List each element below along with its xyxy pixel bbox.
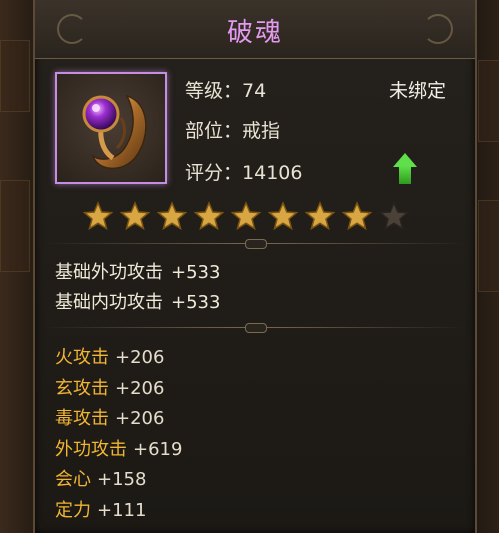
ring-icon xyxy=(82,94,147,169)
bonus-stat-row: 玄攻击 +206 xyxy=(55,374,164,400)
base-stat-row: 基础内功攻击 +533 xyxy=(55,288,220,314)
divider-top xyxy=(45,239,465,249)
stat-value: +533 xyxy=(171,292,221,313)
star-filled-icon xyxy=(157,201,187,231)
star-rating xyxy=(83,201,409,231)
stat-label: 基础外功攻击 xyxy=(55,262,163,283)
star-filled-icon xyxy=(231,201,261,231)
stat-value: +206 xyxy=(115,408,165,429)
star-filled-icon xyxy=(268,201,298,231)
level-value: 74 xyxy=(242,80,267,102)
star-filled-icon xyxy=(83,201,113,231)
level-label: 等级： xyxy=(185,80,243,102)
item-name: 破魂 xyxy=(226,18,283,48)
stat-label: 会心 xyxy=(55,469,91,490)
bonus-stat-row: 毒攻击 +206 xyxy=(55,404,164,430)
bonus-stat-row: 外功攻击 +619 xyxy=(55,435,182,461)
bind-state: 未绑定 xyxy=(389,80,447,102)
item-icon-frame[interactable] xyxy=(55,72,167,184)
stat-value: +158 xyxy=(97,469,147,490)
stat-label: 火攻击 xyxy=(55,347,109,368)
item-tooltip-panel: 破魂 等级：74 部位：戒指 评分：14106 未绑定 基础外功攻击 +533 … xyxy=(33,0,477,533)
base-stat-row: 基础外功攻击 +533 xyxy=(55,258,220,284)
score-value: 14106 xyxy=(242,162,303,184)
stat-label: 定力 xyxy=(55,499,91,521)
level-row: 等级：74 xyxy=(185,76,266,103)
background-scroll-left-2 xyxy=(0,180,30,272)
stat-value: +533 xyxy=(171,262,221,283)
slot-value: 戒指 xyxy=(242,120,281,142)
stat-label: 玄攻击 xyxy=(55,377,109,399)
stat-label: 毒攻击 xyxy=(55,408,109,429)
bonus-stat-row: 火攻击 +206 xyxy=(55,343,164,369)
upgrade-arrow-icon xyxy=(393,153,417,167)
bonus-stat-row: 定力 +111 xyxy=(55,496,146,522)
stat-value: +206 xyxy=(115,347,165,368)
stat-label: 基础内功攻击 xyxy=(55,292,163,313)
background-panel-right xyxy=(478,60,499,142)
background-panel-right-2 xyxy=(478,200,499,292)
tooltip-title-bar: 破魂 xyxy=(35,0,475,59)
score-label: 评分： xyxy=(185,162,243,184)
stat-value: +111 xyxy=(97,499,147,521)
background-scroll-left xyxy=(0,40,30,112)
upgrade-arrow-stem xyxy=(399,166,411,184)
star-empty-icon xyxy=(379,201,409,231)
star-filled-icon xyxy=(342,201,372,231)
star-filled-icon xyxy=(194,201,224,231)
stat-value: +206 xyxy=(115,377,165,399)
slot-label: 部位： xyxy=(185,120,243,142)
star-filled-icon xyxy=(120,201,150,231)
star-filled-icon xyxy=(305,201,335,231)
score-row: 评分：14106 xyxy=(185,158,302,185)
slot-row: 部位：戒指 xyxy=(185,116,280,143)
divider-middle xyxy=(45,323,465,333)
stat-value: +619 xyxy=(133,438,183,460)
stat-label: 外功攻击 xyxy=(55,438,127,460)
bonus-stat-row: 会心 +158 xyxy=(55,465,146,491)
